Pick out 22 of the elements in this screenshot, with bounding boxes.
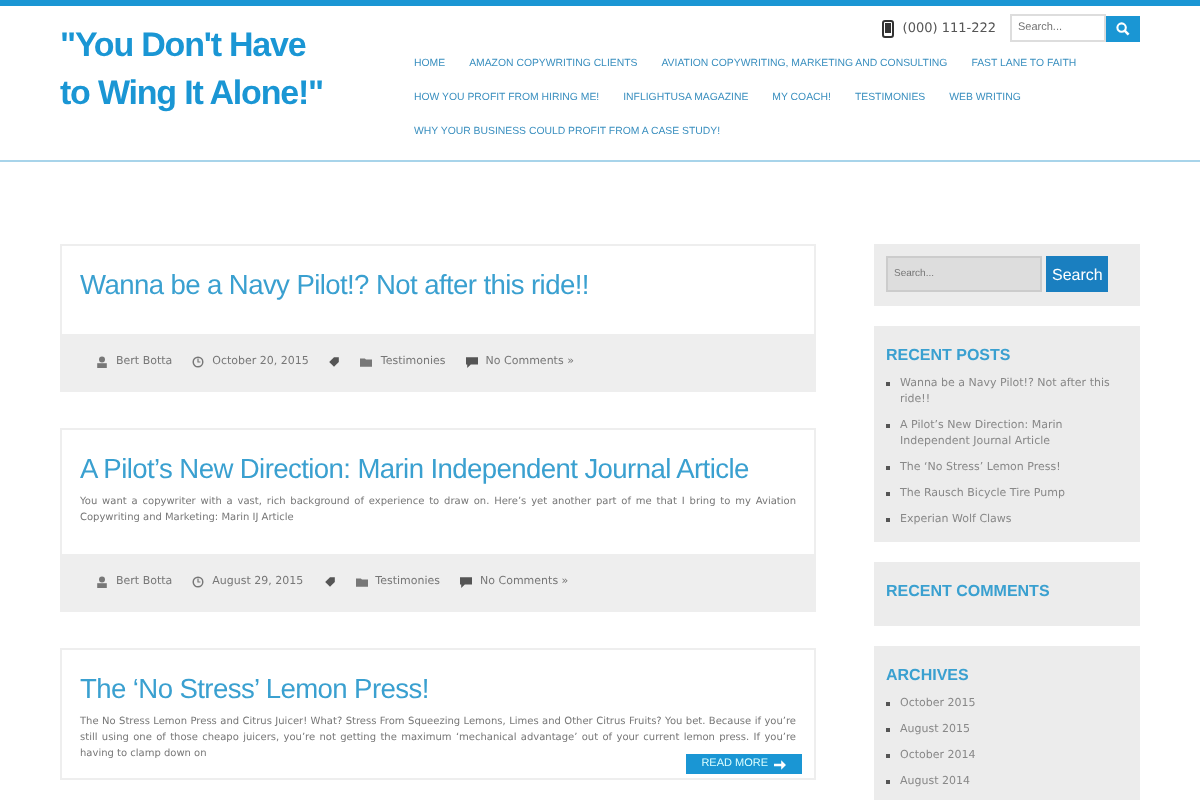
arrow-right-icon bbox=[774, 759, 786, 769]
widget-title: RECENT POSTS bbox=[886, 346, 1013, 364]
search-button[interactable] bbox=[1106, 15, 1140, 41]
post-title[interactable]: A Pilot’s New Direction: Marin Independent Journal Article bbox=[62, 430, 814, 490]
tag-icon bbox=[328, 356, 341, 368]
user-icon bbox=[96, 576, 108, 588]
phone-icon bbox=[882, 19, 895, 37]
search-button[interactable]: Search bbox=[1046, 256, 1109, 292]
user-icon bbox=[96, 356, 108, 368]
widget-title: RECENT COMMENTS bbox=[886, 582, 1052, 600]
site-title[interactable]: "You Don't Have to Wing It Alone!" bbox=[60, 22, 330, 118]
tag-icon bbox=[323, 576, 336, 588]
post-title[interactable]: Wanna be a Navy Pilot!? Not after this ride!! bbox=[62, 246, 814, 306]
post-title[interactable]: The ‘No Stress’ Lemon Press! bbox=[62, 650, 814, 710]
speech-bubble-icon bbox=[460, 576, 473, 588]
folder-icon bbox=[355, 576, 368, 588]
clock-icon bbox=[192, 576, 205, 588]
folder-icon bbox=[360, 356, 373, 368]
widget-title: ARCHIVES bbox=[886, 666, 971, 684]
speech-bubble-icon bbox=[465, 356, 478, 368]
clock-icon bbox=[192, 356, 205, 368]
search-icon bbox=[1116, 21, 1130, 35]
